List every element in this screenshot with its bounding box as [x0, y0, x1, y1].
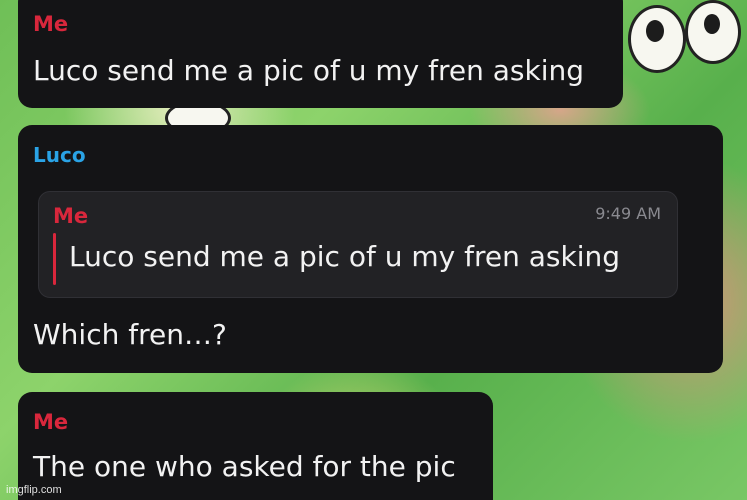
quoted-sender-name: Me [53, 204, 89, 228]
message-bubble[interactable]: Me The one who asked for the pic [18, 392, 493, 500]
message-bubble[interactable]: Luco Me 9:49 AM Luco send me a pic of u … [18, 125, 723, 373]
quote-bar [53, 233, 56, 285]
sender-name: Me [33, 410, 69, 434]
message-text: The one who asked for the pic [33, 450, 456, 483]
watermark: imgflip.com [6, 484, 62, 496]
cartoon-pupil-left [646, 20, 664, 42]
message-text: Luco send me a pic of u my fren asking [33, 54, 584, 87]
quoted-reply[interactable]: Me 9:49 AM Luco send me a pic of u my fr… [38, 191, 678, 298]
message-text: Which fren…? [33, 318, 227, 351]
quoted-timestamp: 9:49 AM [595, 204, 661, 223]
message-bubble[interactable]: Me Luco send me a pic of u my fren askin… [18, 0, 623, 108]
sender-name: Me [33, 12, 69, 36]
cartoon-pupil-right [704, 14, 720, 34]
quoted-message-text: Luco send me a pic of u my fren asking [69, 240, 620, 273]
sender-name: Luco [33, 143, 86, 167]
